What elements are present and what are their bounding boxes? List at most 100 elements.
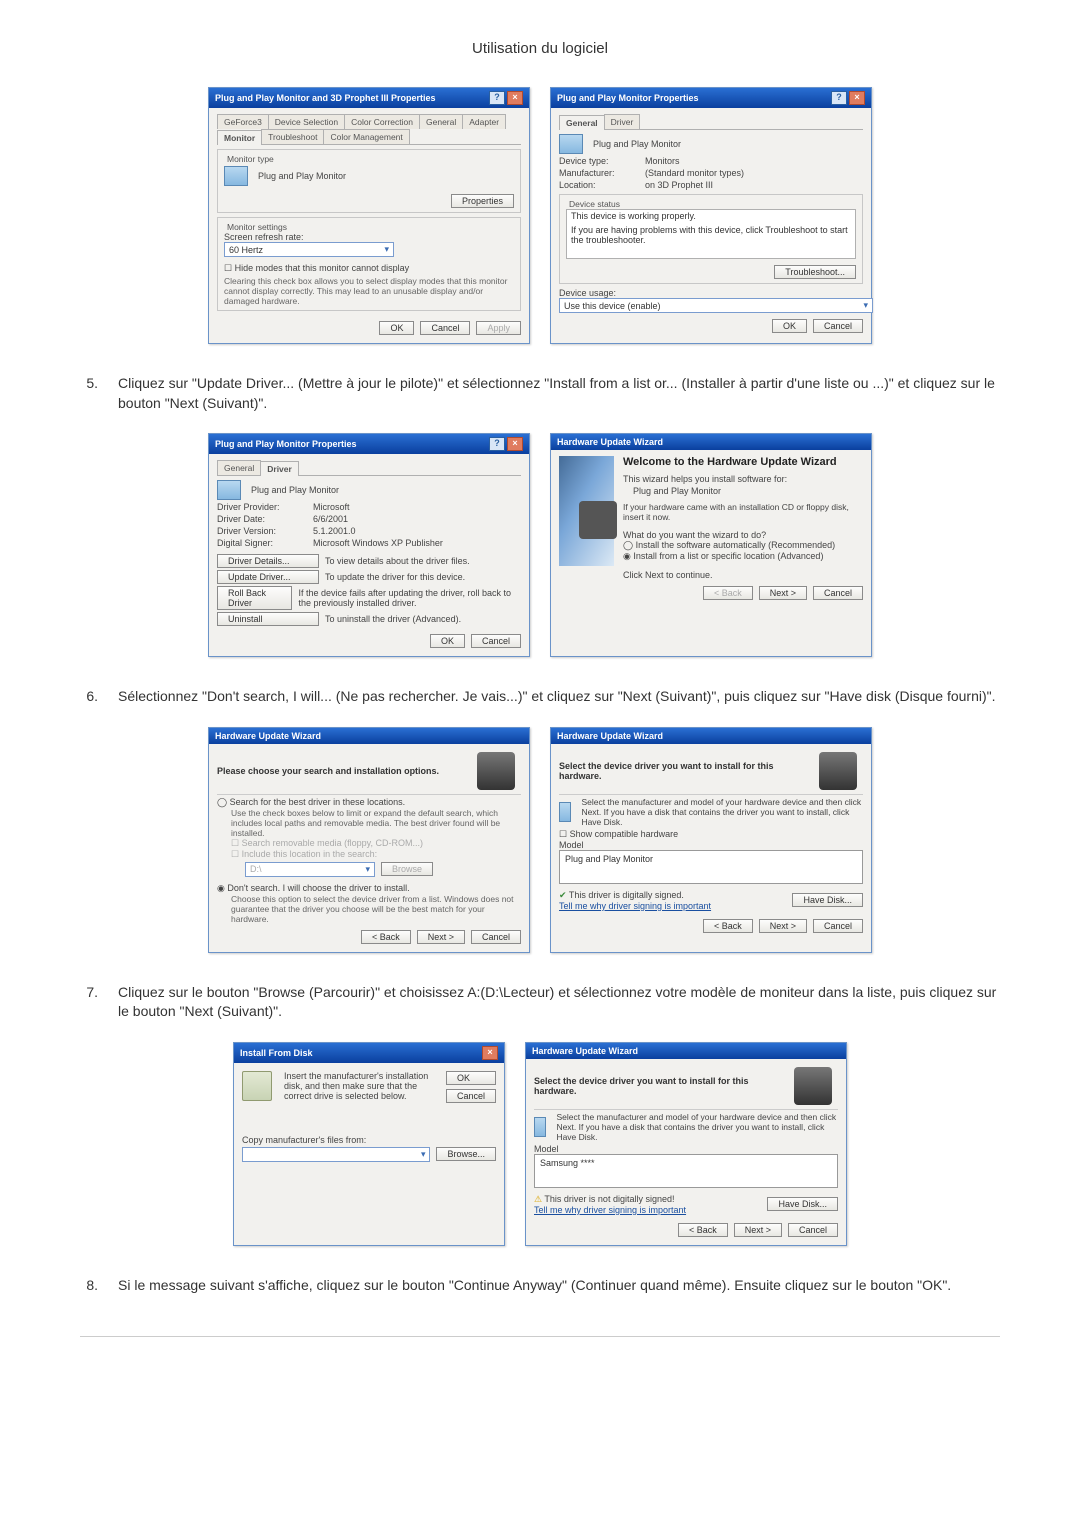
- tab-adapter[interactable]: Adapter: [462, 114, 506, 129]
- back-button[interactable]: < Back: [703, 586, 753, 600]
- cancel-button[interactable]: Cancel: [788, 1223, 838, 1237]
- monitor-settings-label: Monitor settings: [224, 222, 290, 232]
- signing-link[interactable]: Tell me why driver signing is important: [559, 901, 711, 911]
- cancel-button[interactable]: Cancel: [813, 319, 863, 333]
- monitor-icon: [559, 134, 583, 154]
- tab-geforce[interactable]: GeForce3: [217, 114, 269, 129]
- monitor-name: Plug and Play Monitor: [258, 171, 346, 181]
- back-button[interactable]: < Back: [703, 919, 753, 933]
- tab-color-correction[interactable]: Color Correction: [344, 114, 420, 129]
- help-icon[interactable]: ?: [489, 437, 505, 451]
- path-value: D:\: [250, 864, 262, 874]
- help-icon[interactable]: ?: [831, 91, 847, 105]
- path-select[interactable]: ▾: [242, 1147, 430, 1162]
- hardware-icon: [477, 752, 515, 790]
- device-usage-label: Device usage:: [559, 288, 863, 298]
- apply-button[interactable]: Apply: [476, 321, 521, 335]
- tab-color-management[interactable]: Color Management: [323, 129, 409, 144]
- wizard-device-name: Plug and Play Monitor: [633, 486, 863, 496]
- device-usage-select[interactable]: Use this device (enable) ▾: [559, 298, 873, 313]
- cancel-button[interactable]: Cancel: [813, 586, 863, 600]
- dialog-driver-tab: Plug and Play Monitor Properties ?× Gene…: [208, 433, 530, 657]
- device-status-title: Device status: [566, 199, 623, 209]
- close-icon[interactable]: ×: [482, 1046, 498, 1060]
- tab-driver[interactable]: Driver: [604, 114, 641, 129]
- monitor-name: Plug and Play Monitor: [251, 485, 339, 495]
- dialog-hardware-wizard-welcome: Hardware Update Wizard Welcome to the Ha…: [550, 433, 872, 657]
- ok-button[interactable]: OK: [446, 1071, 496, 1085]
- option-search[interactable]: Search for the best driver in these loca…: [217, 797, 521, 808]
- check-removable-media[interactable]: Search removable media (floppy, CD-ROM..…: [231, 838, 521, 849]
- wizard-option-auto[interactable]: Install the software automatically (Reco…: [623, 540, 863, 551]
- ok-button[interactable]: OK: [772, 319, 807, 333]
- next-button[interactable]: Next >: [759, 919, 807, 933]
- monitor-icon: [224, 166, 248, 186]
- model-list[interactable]: Samsung ****: [534, 1154, 838, 1188]
- update-driver-button[interactable]: Update Driver...: [217, 570, 319, 584]
- wizard-heading: Select the device driver you want to ins…: [559, 761, 813, 781]
- close-icon[interactable]: ×: [507, 91, 523, 105]
- back-button[interactable]: < Back: [361, 930, 411, 944]
- page-divider: [80, 1336, 1000, 1337]
- uninstall-button[interactable]: Uninstall: [217, 612, 319, 626]
- refresh-select[interactable]: 60 Hertz ▾: [224, 242, 394, 257]
- instruction-step-7: 7. Cliquez sur le bouton "Browse (Parcou…: [80, 983, 1000, 1022]
- tab-general[interactable]: General: [419, 114, 463, 129]
- step-number: 5.: [80, 374, 98, 413]
- cancel-button[interactable]: Cancel: [813, 919, 863, 933]
- option-dont-search[interactable]: Don't search. I will choose the driver t…: [217, 883, 521, 894]
- disk-icon: [242, 1071, 272, 1101]
- tab-driver[interactable]: Driver: [260, 461, 299, 476]
- check-include-location[interactable]: Include this location in the search:: [231, 849, 521, 860]
- tab-device-selection[interactable]: Device Selection: [268, 114, 345, 129]
- ok-button[interactable]: OK: [379, 321, 414, 335]
- hide-modes-checkbox[interactable]: Hide modes that this monitor cannot disp…: [224, 263, 514, 274]
- device-type-label: Device type:: [559, 156, 639, 166]
- driver-provider-value: Microsoft: [313, 502, 350, 512]
- driver-date-value: 6/6/2001: [313, 514, 348, 524]
- next-button[interactable]: Next >: [734, 1223, 782, 1237]
- tab-monitor[interactable]: Monitor: [217, 130, 262, 145]
- close-icon[interactable]: ×: [507, 437, 523, 451]
- digital-signer-value: Microsoft Windows XP Publisher: [313, 538, 443, 548]
- step-number: 6.: [80, 687, 98, 707]
- model-list[interactable]: Plug and Play Monitor: [559, 850, 863, 884]
- show-compatible-checkbox[interactable]: Show compatible hardware: [559, 829, 863, 840]
- signing-link[interactable]: Tell me why driver signing is important: [534, 1205, 686, 1215]
- option-search-desc: Use the check boxes below to limit or ex…: [231, 808, 521, 838]
- tab-general[interactable]: General: [217, 460, 261, 475]
- close-icon[interactable]: ×: [849, 91, 865, 105]
- back-button[interactable]: < Back: [678, 1223, 728, 1237]
- ok-button[interactable]: OK: [430, 634, 465, 648]
- cancel-button[interactable]: Cancel: [471, 634, 521, 648]
- wizard-desc: Select the manufacturer and model of you…: [581, 797, 863, 827]
- next-button[interactable]: Next >: [759, 586, 807, 600]
- dialog-install-from-disk: Install From Disk × Insert the manufactu…: [233, 1042, 505, 1246]
- cancel-button[interactable]: Cancel: [471, 930, 521, 944]
- wizard-subtext: This wizard helps you install software f…: [623, 474, 863, 484]
- wizard-heading: Welcome to the Hardware Update Wizard: [623, 456, 863, 468]
- browse-button[interactable]: Browse...: [436, 1147, 496, 1161]
- dialog-title-text: Hardware Update Wizard: [532, 1046, 638, 1056]
- wizard-heading: Please choose your search and installati…: [217, 766, 471, 776]
- hide-modes-desc: Clearing this check box allows you to se…: [224, 276, 514, 306]
- refresh-value: 60 Hertz: [229, 245, 263, 255]
- model-label: Model: [534, 1144, 838, 1154]
- cancel-button[interactable]: Cancel: [420, 321, 470, 335]
- next-button[interactable]: Next >: [417, 930, 465, 944]
- wizard-option-list[interactable]: Install from a list or specific location…: [623, 551, 863, 562]
- troubleshoot-button[interactable]: Troubleshoot...: [774, 265, 856, 279]
- path-select[interactable]: D:\▾: [245, 862, 375, 877]
- dialog-wizard-search-options: Hardware Update Wizard Please choose you…: [208, 727, 530, 953]
- browse-button[interactable]: Browse: [381, 862, 433, 876]
- tab-troubleshoot[interactable]: Troubleshoot: [261, 129, 324, 144]
- properties-button[interactable]: Properties: [451, 194, 514, 208]
- have-disk-button[interactable]: Have Disk...: [792, 893, 863, 907]
- rollback-driver-button[interactable]: Roll Back Driver: [217, 586, 292, 610]
- tab-general[interactable]: General: [559, 115, 605, 130]
- have-disk-button[interactable]: Have Disk...: [767, 1197, 838, 1211]
- cancel-button[interactable]: Cancel: [446, 1089, 496, 1103]
- help-icon[interactable]: ?: [489, 91, 505, 105]
- step-number: 7.: [80, 983, 98, 1022]
- driver-details-button[interactable]: Driver Details...: [217, 554, 319, 568]
